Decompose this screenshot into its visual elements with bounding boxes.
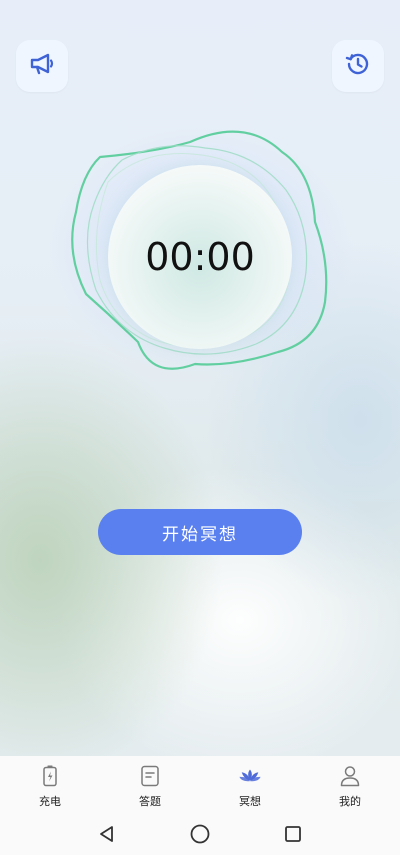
megaphone-icon <box>28 50 56 82</box>
back-triangle-icon <box>97 824 117 848</box>
lotus-icon <box>238 764 262 788</box>
tab-meditation[interactable]: 冥想 <box>200 756 300 816</box>
system-recents-button[interactable] <box>273 821 313 851</box>
tab-charging-label: 充电 <box>39 795 61 808</box>
tab-quiz[interactable]: 答题 <box>100 756 200 816</box>
start-meditation-button[interactable]: 开始冥想 <box>98 509 302 555</box>
system-home-button[interactable] <box>180 821 220 851</box>
announcement-button[interactable] <box>16 40 68 92</box>
tab-mine[interactable]: 我的 <box>300 756 400 816</box>
timer-display: 00:00 <box>145 235 255 279</box>
timer-dial: 00:00 <box>108 165 292 349</box>
recents-square-icon <box>283 824 303 848</box>
history-icon <box>344 50 372 82</box>
tab-meditation-label: 冥想 <box>239 795 261 808</box>
history-button[interactable] <box>332 40 384 92</box>
quiz-document-icon <box>138 764 162 788</box>
bottom-tab-bar: 充电 答题 冥想 我的 <box>0 756 400 816</box>
profile-icon <box>338 764 362 788</box>
charging-battery-icon <box>38 764 62 788</box>
tab-quiz-label: 答题 <box>139 795 161 808</box>
system-back-button[interactable] <box>87 821 127 851</box>
tab-charging[interactable]: 充电 <box>0 756 100 816</box>
tab-mine-label: 我的 <box>339 795 361 808</box>
home-circle-icon <box>189 823 211 849</box>
system-navigation-bar <box>0 816 400 855</box>
